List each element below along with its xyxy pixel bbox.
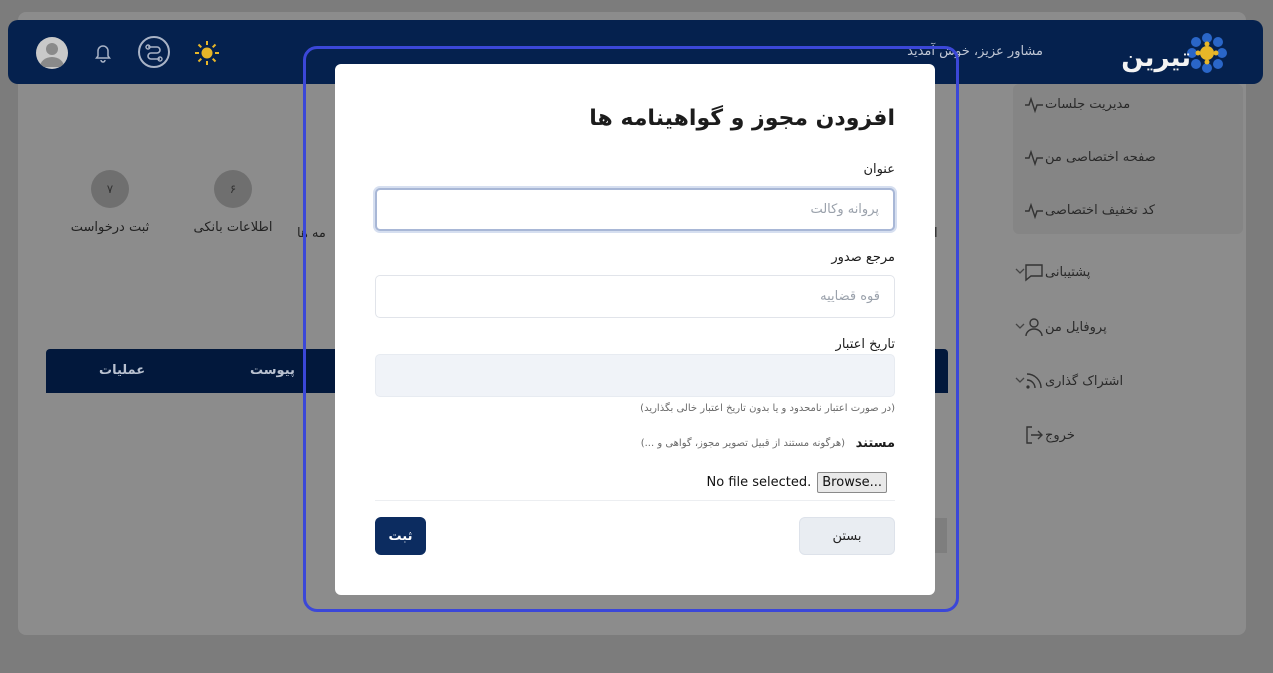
route-button[interactable] bbox=[138, 36, 170, 68]
validity-date-input[interactable] bbox=[375, 354, 895, 397]
document-hint: (هرگونه مستند از قبیل تصویر مجوز، گواهی … bbox=[640, 438, 845, 449]
sidebar-item-label: پشتیبانی bbox=[1045, 264, 1091, 280]
brand-name: تیرین bbox=[1121, 43, 1191, 73]
validity-date-label: تاریخ اعتبار bbox=[835, 337, 895, 352]
sidebar-item-logout[interactable]: خروج bbox=[1013, 415, 1243, 455]
close-button[interactable]: بستن bbox=[799, 517, 895, 555]
step-submit-request[interactable]: ۷ ثبت درخواست bbox=[50, 170, 170, 235]
title-input[interactable] bbox=[375, 188, 895, 231]
sidebar-item-label: اشتراک گذاری bbox=[1045, 373, 1124, 389]
chevron-down-icon bbox=[1015, 268, 1025, 274]
brand-logo[interactable]: تیرین bbox=[1101, 29, 1231, 77]
sidebar-item-discount-code[interactable]: کد تخفیف اختصاصی bbox=[1013, 190, 1243, 230]
column-header-actions: عملیات bbox=[99, 363, 146, 378]
pulse-icon bbox=[1023, 199, 1045, 221]
step-label: اطلاعات بانکی bbox=[193, 220, 273, 235]
footer-divider bbox=[375, 500, 895, 501]
issuer-input[interactable] bbox=[375, 275, 895, 318]
logout-icon bbox=[1023, 424, 1045, 446]
step-number: ۶ bbox=[214, 170, 252, 208]
sidebar-item-support[interactable]: پشتیبانی bbox=[1013, 252, 1243, 292]
sidebar-item-profile[interactable]: پروفایل من bbox=[1013, 307, 1243, 347]
sidebar-item-label: صفحه اختصاصی من bbox=[1045, 149, 1156, 165]
sidebar-item-my-page[interactable]: صفحه اختصاصی من bbox=[1013, 137, 1243, 177]
sidebar-item-label: کد تخفیف اختصاصی bbox=[1045, 202, 1155, 218]
route-icon bbox=[145, 44, 163, 62]
file-picker: No file selected. Browse... bbox=[707, 472, 887, 493]
sidebar-item-sharing[interactable]: اشتراک گذاری bbox=[1013, 361, 1243, 401]
validity-date-hint: (در صورت اعتبار نامحدود و یا بدون تاریخ … bbox=[640, 403, 895, 414]
user-avatar-icon bbox=[40, 43, 64, 67]
column-header-attachment: پیوست bbox=[250, 363, 295, 378]
chevron-down-icon bbox=[1015, 323, 1025, 329]
sidebar-item-label: خروج bbox=[1045, 427, 1075, 443]
bell-notification-icon[interactable] bbox=[92, 41, 114, 63]
chevron-down-icon bbox=[1015, 377, 1025, 383]
file-status: No file selected. bbox=[706, 475, 812, 490]
modal-title: افزودن مجوز و گواهینامه ها bbox=[589, 106, 895, 131]
pulse-icon bbox=[1023, 146, 1045, 168]
sun-theme-icon[interactable] bbox=[194, 40, 220, 66]
title-field-label: عنوان bbox=[863, 162, 895, 177]
sidebar-item-label: پروفایل من bbox=[1045, 319, 1107, 335]
step-bank-info[interactable]: ۶ اطلاعات بانکی bbox=[173, 170, 293, 235]
user-avatar[interactable] bbox=[36, 37, 68, 69]
add-license-modal: افزودن مجوز و گواهینامه ها عنوان مرجع صد… bbox=[335, 64, 935, 595]
pulse-icon bbox=[1023, 93, 1045, 115]
step-label: ثبت درخواست bbox=[70, 220, 150, 235]
issuer-field-label: مرجع صدور bbox=[831, 250, 895, 265]
sidebar-item-label: مدیریت جلسات bbox=[1045, 96, 1131, 112]
document-label: مستند bbox=[855, 436, 895, 451]
sidebar-item-sessions[interactable]: مدیریت جلسات bbox=[1013, 84, 1243, 124]
submit-button[interactable]: ثبت bbox=[375, 517, 426, 555]
browse-button[interactable]: Browse... bbox=[817, 472, 887, 493]
wizard-steps: ۷ ثبت درخواست ۶ اطلاعات بانکی bbox=[50, 170, 310, 250]
step-number: ۷ bbox=[91, 170, 129, 208]
